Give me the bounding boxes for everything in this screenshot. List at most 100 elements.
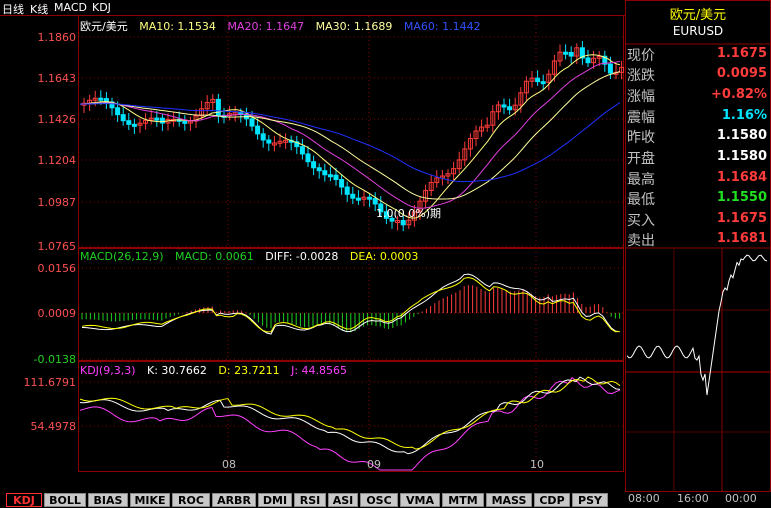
quote-row-bid: 买入 1.1675: [625, 208, 771, 229]
intraday-time-label: 00:00: [725, 492, 757, 505]
candle-body: [563, 51, 569, 55]
tab-rsi[interactable]: RSI: [294, 493, 326, 507]
price-tick: 1.1426: [37, 113, 77, 126]
intraday-price-line: [626, 254, 768, 396]
tab-mtm[interactable]: MTM: [442, 493, 484, 507]
quote-label: 涨幅: [627, 89, 655, 105]
candle-body: [568, 51, 574, 57]
candle-body: [501, 104, 507, 108]
macd-panel-frame: [78, 248, 624, 361]
kdj-tick: 54.4978: [30, 420, 77, 433]
candle-body: [585, 57, 591, 64]
price-tick: 1.1204: [37, 154, 77, 167]
ma10-label: MA10: 1.1534: [139, 20, 216, 33]
kdj-panel-frame: [78, 361, 624, 472]
candle-body: [299, 146, 305, 155]
candle-body: [159, 117, 165, 124]
dea-value: DEA: 0.0003: [349, 250, 419, 263]
diff-value: DIFF: -0.0028: [265, 250, 339, 263]
quote-value: 1.1675: [716, 46, 767, 61]
candle-body: [540, 81, 546, 85]
macd-title: MACD(26,12,9): [80, 250, 164, 263]
price-tick: 1.1860: [37, 31, 77, 44]
quote-value: 1.1681: [716, 231, 767, 246]
quote-value: 1.1675: [716, 211, 767, 226]
candle-body: [120, 114, 126, 122]
candle-body: [311, 161, 317, 169]
tab-arbr[interactable]: ARBR: [212, 493, 256, 507]
tab-dmi[interactable]: DMI: [258, 493, 292, 507]
quote-row-change-pct: 涨幅 +0.82%: [625, 84, 771, 105]
tab-boll[interactable]: BOLL: [44, 493, 86, 507]
quote-value: +0.82%: [711, 87, 767, 102]
candle-body: [367, 196, 373, 200]
macd-legend: MACD(26,12,9) MACD: 0.0061 DIFF: -0.0028…: [80, 250, 426, 263]
symbol-label: 欧元/美元: [80, 20, 128, 33]
quote-value: 1.1580: [716, 149, 767, 164]
indicator-tab-bar: KDJ BOLL BIAS MIKE ROC ARBR DMI RSI ASI …: [0, 492, 625, 508]
x-axis-label: 09: [367, 458, 381, 471]
tab-osc[interactable]: OSC: [360, 493, 398, 507]
quote-label: 最低: [627, 192, 655, 208]
tab-mass[interactable]: MASS: [486, 493, 532, 507]
candle-body: [350, 193, 356, 199]
price-tick: 1.1643: [37, 72, 77, 85]
tab-vma[interactable]: VMA: [400, 493, 440, 507]
candle-body: [333, 174, 339, 181]
x-axis-label: 08: [222, 458, 236, 471]
kdj-title: KDJ(9,3,3): [80, 364, 136, 377]
quote-label: 开盘: [627, 151, 655, 167]
quote-row-open: 开盘 1.1580: [625, 146, 771, 167]
ma30-line: [79, 71, 621, 200]
quote-row-high: 最高 1.1684: [625, 167, 771, 188]
candle-body: [215, 98, 221, 116]
price-annotation: 1.0(0.0%)期: [376, 207, 442, 220]
macd-tick: -0.0138: [33, 353, 76, 366]
macd-value: MACD: 0.0061: [175, 250, 254, 263]
tab-cdp[interactable]: CDP: [534, 493, 570, 507]
candle-body: [535, 77, 541, 83]
candle-body: [131, 123, 137, 127]
quote-value: 0.0095: [716, 66, 767, 81]
quote-value: 1.16%: [721, 108, 767, 123]
price-tick: 1.0987: [37, 196, 77, 209]
quote-symbol: EURUSD: [672, 24, 724, 38]
j-value: J: 44.8565: [291, 364, 348, 377]
price-legend: 欧元/美元 MA10: 1.1534 MA20: 1.1647 MA30: 1.…: [80, 18, 489, 34]
candle-body: [115, 107, 121, 116]
candle-body: [266, 139, 272, 144]
tab-mike[interactable]: MIKE: [130, 493, 170, 507]
candle-body: [400, 220, 406, 226]
candle-body: [260, 133, 266, 141]
ma30-label: MA30: 1.1689: [315, 20, 393, 33]
quote-label: 涨跌: [627, 68, 655, 84]
quote-label: 最高: [627, 172, 655, 188]
quote-row-change: 涨跌 0.0095: [625, 63, 771, 84]
candle-body: [339, 179, 345, 188]
kline-chart[interactable]: [0, 0, 625, 492]
ma20-label: MA20: 1.1647: [227, 20, 305, 33]
tab-asi[interactable]: ASI: [328, 493, 358, 507]
candle-body: [355, 197, 361, 201]
quote-label: 买入: [627, 213, 655, 229]
macd-tick: 0.0009: [37, 307, 77, 320]
x-axis-label: 10: [530, 458, 544, 471]
candle-body: [507, 106, 513, 111]
ma60-line: [79, 102, 621, 183]
price-panel-frame: [78, 15, 624, 248]
quote-label: 现价: [627, 48, 655, 64]
tab-kdj[interactable]: KDJ: [6, 493, 42, 507]
price-tick: 1.0765: [37, 240, 77, 253]
quote-panel: 欧元/美元 EURUSD 现价 1.1675 涨跌 0.0095 涨幅 +0.8…: [625, 0, 771, 508]
intraday-time-label: 08:00: [628, 492, 660, 505]
candle-body: [249, 118, 255, 127]
candle-body: [182, 120, 188, 124]
tab-bias[interactable]: BIAS: [88, 493, 128, 507]
quote-row-low: 最低 1.1550: [625, 187, 771, 208]
candle-body: [255, 125, 261, 135]
k-line: [79, 376, 621, 455]
tab-roc[interactable]: ROC: [172, 493, 210, 507]
candle-body: [372, 198, 378, 205]
intraday-time-label: 16:00: [677, 492, 709, 505]
tab-psy[interactable]: PSY: [572, 493, 608, 507]
